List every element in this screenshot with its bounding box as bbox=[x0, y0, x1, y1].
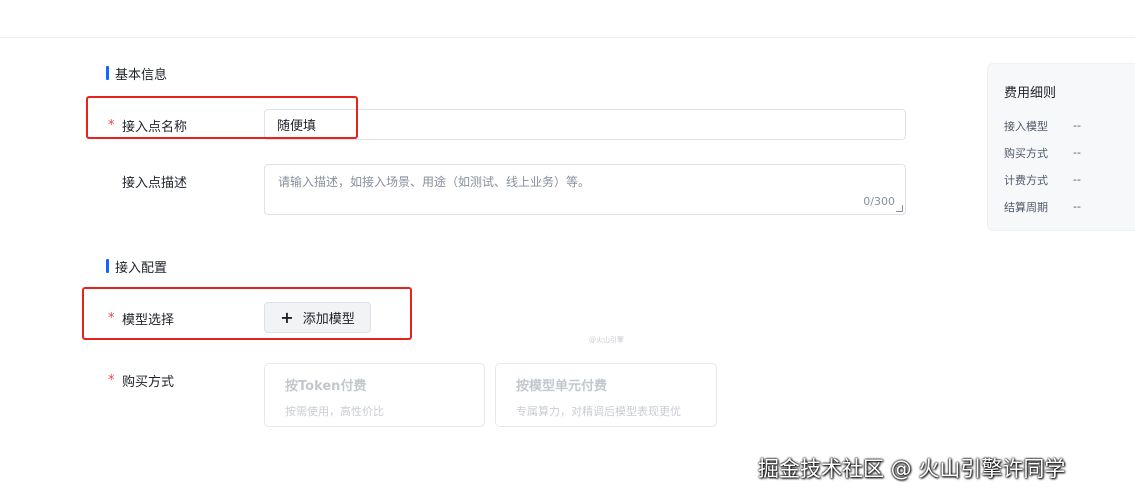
required-mark: * bbox=[108, 311, 115, 326]
model-select-label: * 模型选择 bbox=[108, 309, 174, 328]
add-model-button[interactable]: + 添加模型 bbox=[264, 302, 371, 333]
section-accent-bar bbox=[106, 66, 109, 80]
section-basic-info: 基本信息 bbox=[106, 65, 168, 83]
section-access-config: 接入配置 bbox=[106, 258, 168, 276]
fee-row: 接入模型 -- bbox=[1004, 112, 1130, 139]
button-label: 添加模型 bbox=[302, 312, 355, 327]
required-mark: * bbox=[108, 118, 115, 133]
char-counter: 0/300 bbox=[863, 195, 895, 208]
resize-handle[interactable] bbox=[896, 205, 903, 212]
endpoint-desc-textarea[interactable]: 请输入描述，如接入场景、用途（如测试、线上业务）等。 0/300 bbox=[264, 164, 906, 215]
purchase-method-label: * 购买方式 bbox=[108, 371, 174, 390]
fee-value: -- bbox=[1073, 119, 1081, 132]
faint-watermark: @火山引擎 bbox=[589, 336, 624, 344]
fee-key: 结算周期 bbox=[1004, 200, 1048, 214]
label-text: 接入点描述 bbox=[122, 176, 188, 191]
fee-row: 结算周期 -- bbox=[1004, 193, 1130, 220]
fee-row: 计费方式 -- bbox=[1004, 166, 1130, 193]
option-desc: 专属算力，对精调后模型表现更优 bbox=[516, 405, 681, 418]
fee-details-title: 费用细则 bbox=[1004, 86, 1057, 101]
purchase-option-model-unit[interactable]: 按模型单元付费 专属算力，对精调后模型表现更优 bbox=[495, 363, 717, 427]
option-title: 按模型单元付费 bbox=[516, 379, 608, 394]
input-value: 随便填 bbox=[277, 119, 317, 134]
fee-value: -- bbox=[1073, 173, 1081, 186]
option-desc: 按需使用，高性价比 bbox=[285, 405, 384, 418]
section-title: 接入配置 bbox=[115, 260, 168, 276]
fee-key: 购买方式 bbox=[1004, 146, 1048, 160]
textarea-placeholder: 请输入描述，如接入场景、用途（如测试、线上业务）等。 bbox=[278, 175, 591, 189]
create-endpoint-page: 基本信息 * 接入点名称 随便填 接入点描述 请输入描述，如接入场景、用途（如测… bbox=[0, 0, 1135, 499]
endpoint-desc-label: 接入点描述 bbox=[108, 172, 187, 191]
fee-details-panel: 费用细则 接入模型 -- 购买方式 -- 计费方式 -- 结算周期 -- bbox=[987, 63, 1135, 231]
endpoint-name-input[interactable]: 随便填 bbox=[264, 109, 906, 140]
label-text: 模型选择 bbox=[122, 313, 175, 328]
section-accent-bar bbox=[106, 259, 109, 273]
fee-key: 接入模型 bbox=[1004, 119, 1048, 133]
plus-icon: + bbox=[280, 307, 294, 327]
site-watermark: 掘金技术社区 @ 火山引擎许同学 bbox=[758, 457, 1066, 481]
option-title: 按Token付费 bbox=[285, 379, 367, 394]
fee-row: 购买方式 -- bbox=[1004, 139, 1130, 166]
fee-key: 计费方式 bbox=[1004, 173, 1048, 187]
label-text: 购买方式 bbox=[122, 375, 175, 390]
section-title: 基本信息 bbox=[115, 67, 168, 83]
required-mark: * bbox=[108, 373, 115, 388]
header-divider bbox=[0, 37, 1135, 38]
endpoint-name-label: * 接入点名称 bbox=[108, 116, 187, 135]
fee-value: -- bbox=[1073, 200, 1081, 213]
label-text: 接入点名称 bbox=[122, 120, 188, 135]
purchase-option-token[interactable]: 按Token付费 按需使用，高性价比 bbox=[264, 363, 485, 427]
fee-value: -- bbox=[1073, 146, 1081, 159]
